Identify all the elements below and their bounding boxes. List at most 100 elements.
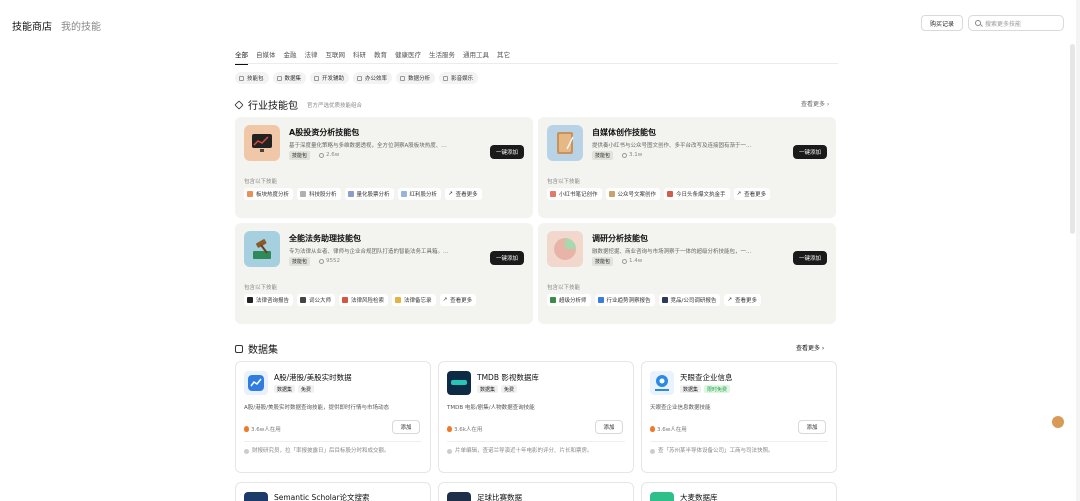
dataset-card[interactable]: Semantic Scholar论文搜索 bbox=[235, 482, 431, 501]
add-pack-button[interactable]: 一键添加 bbox=[793, 251, 827, 265]
dataset-usecase: 财报研究员，拉「率报披露日」后目标股分时和成交额。 bbox=[244, 447, 424, 456]
skill-label: 量化股票分析 bbox=[356, 192, 390, 198]
pack-user-count: 2.6w bbox=[319, 152, 339, 158]
chip-dataset[interactable]: 数据集 bbox=[272, 72, 307, 84]
included-skill[interactable]: 法律咨询报告 bbox=[244, 294, 294, 306]
skill-icon bbox=[300, 297, 307, 303]
add-pack-button[interactable]: 一键添加 bbox=[490, 251, 524, 265]
includes-label: 包含以下技能 bbox=[547, 285, 581, 291]
dataset-card[interactable]: 足球比赛数据 bbox=[438, 482, 634, 501]
included-skill[interactable]: 小红书笔记创作 bbox=[547, 188, 602, 200]
chip-label: 数据集 bbox=[284, 76, 302, 82]
skill-label: 超级分析师 bbox=[559, 298, 587, 304]
skill-label: 竞品/公司调研报告 bbox=[670, 298, 717, 304]
divider bbox=[650, 441, 828, 442]
skill-label: 查看更多 bbox=[735, 298, 758, 304]
skill-icon bbox=[597, 297, 604, 303]
briefcase-icon bbox=[357, 75, 363, 81]
see-more-skills[interactable]: ↗ 查看更多 bbox=[733, 188, 771, 200]
usecase-text: 查「苏州某半导体设备公司」工商与司法快照。 bbox=[658, 448, 774, 454]
skill-label: 红利股分析 bbox=[409, 192, 438, 198]
pack-title: 自媒体创作技能包 bbox=[592, 128, 656, 137]
included-skill[interactable]: 法律风险检索 bbox=[339, 294, 389, 306]
gavel-icon bbox=[244, 231, 280, 267]
see-more-skills[interactable]: ↗ 查看更多 bbox=[445, 188, 482, 200]
arrow-icon: ↗ bbox=[736, 191, 742, 197]
packs-see-more-link[interactable]: 查看更多 › bbox=[801, 99, 829, 108]
stock-monitor-icon bbox=[244, 125, 280, 161]
packs-section-title: 行业技能包 官方严选优质技能组合 bbox=[234, 97, 362, 112]
skill-label: 词公大师 bbox=[309, 298, 332, 304]
datasets-see-more-link[interactable]: 查看更多 › bbox=[796, 343, 824, 352]
chip-label: 办公效率 bbox=[365, 76, 388, 82]
chip-media[interactable]: 影音娱乐 bbox=[439, 72, 479, 84]
filter-chips: 技能包 数据集 开发辅助 办公效率 数据分析 影音娱乐 bbox=[235, 72, 479, 84]
pack-desc: 专为法律从业者、律师与企业合规团队打造的智能法务工具箱。… bbox=[289, 249, 449, 255]
add-pack-button[interactable]: 一键添加 bbox=[793, 145, 827, 159]
pack-card[interactable]: 全能法务助理技能包 专为法律从业者、律师与企业合规团队打造的智能法务工具箱。… … bbox=[235, 223, 533, 324]
pack-tag: 技能包 bbox=[592, 151, 614, 160]
scrollbar[interactable] bbox=[1070, 44, 1075, 234]
tag-free: 免费 bbox=[501, 385, 518, 393]
chip-analysis[interactable]: 数据分析 bbox=[396, 72, 436, 84]
included-skill[interactable]: 量化股票分析 bbox=[344, 188, 394, 200]
pack-card[interactable]: 调研分析技能包 融数据挖掘、商业咨询与市场洞察于一体的超级分析技能包，一… 技能… bbox=[538, 223, 836, 324]
dataset-card[interactable]: 天眼查企业信息 数据集 限时免费 天眼查企业信息数据技能 3.6w人在用 添加 … bbox=[641, 361, 837, 473]
add-dataset-button[interactable]: 添加 bbox=[392, 420, 420, 434]
included-skill[interactable]: 超级分析师 bbox=[547, 294, 591, 306]
floating-assistant-button[interactable] bbox=[1052, 416, 1064, 428]
divider bbox=[244, 441, 422, 442]
skill-icon bbox=[342, 297, 349, 303]
add-pack-button[interactable]: 一键添加 bbox=[490, 145, 524, 159]
pack-card[interactable]: 自媒体创作技能包 提供奏小红书与公众号图文创作、多平台改写及连接固有渐于一… 技… bbox=[538, 117, 836, 218]
add-dataset-button[interactable]: 添加 bbox=[595, 420, 623, 434]
dataset-card[interactable]: A股/港股/美股实时数据 数据集 免费 A股/港股/美股实时数据查询技能，提供即… bbox=[235, 361, 431, 473]
user-icon bbox=[319, 152, 324, 158]
my-skills-tab[interactable]: 我的技能 bbox=[61, 18, 101, 33]
pack-desc: 提供奏小红书与公众号图文创作、多平台改写及连接固有渐于一… bbox=[592, 143, 752, 149]
user-icon bbox=[622, 258, 627, 264]
damai-logo bbox=[650, 492, 674, 501]
skill-icon bbox=[247, 191, 253, 197]
chip-dev[interactable]: 开发辅助 bbox=[310, 72, 350, 84]
included-skill[interactable]: 行业趋势洞察报告 bbox=[594, 294, 655, 306]
arrow-icon: ↗ bbox=[442, 297, 448, 303]
tmdb-logo bbox=[447, 371, 471, 395]
skill-icon bbox=[608, 191, 615, 197]
store-tab[interactable]: 技能商店 bbox=[12, 18, 52, 33]
see-more-skills[interactable]: ↗ 查看更多 bbox=[724, 294, 762, 306]
included-skill[interactable]: 词公大师 bbox=[297, 294, 336, 306]
chip-office[interactable]: 办公效率 bbox=[353, 72, 393, 84]
pack-card[interactable]: A股投资分析技能包 基于深度量化策略与多维数据透视，全方位洞察A股板块热度、… … bbox=[235, 117, 533, 218]
add-dataset-button[interactable]: 添加 bbox=[798, 420, 826, 434]
play-icon bbox=[443, 75, 449, 81]
users-text: 3.6w人在用 bbox=[657, 427, 687, 433]
tag-limited-free: 限时免费 bbox=[704, 385, 731, 393]
included-skill[interactable]: 法律备忘录 bbox=[392, 294, 436, 306]
included-skill[interactable]: 科技股分析 bbox=[297, 188, 341, 200]
dataset-card[interactable]: TMDB 影视数据库 数据集 免费 TMDB 电影/剧集/人物数据查询技能 3.… bbox=[438, 361, 634, 473]
included-skill[interactable]: 今日头条爆文执金手 bbox=[664, 188, 730, 200]
included-skill[interactable]: 公众号文案创作 bbox=[605, 188, 661, 200]
skill-label: 查看更多 bbox=[455, 192, 478, 198]
search-input[interactable]: 搜索更多技能 bbox=[968, 15, 1064, 31]
skill-label: 板块热度分析 bbox=[256, 192, 290, 198]
skill-icon bbox=[550, 191, 556, 197]
included-skill[interactable]: 红利股分析 bbox=[397, 188, 442, 200]
skill-label: 科技股分析 bbox=[309, 192, 337, 198]
pack-user-count: 9552 bbox=[319, 258, 340, 264]
included-skill[interactable]: 竞品/公司调研报告 bbox=[658, 294, 721, 306]
dataset-tags: 数据集 免费 bbox=[274, 385, 315, 393]
includes-label: 包含以下技能 bbox=[547, 179, 581, 185]
pack-tag: 技能包 bbox=[289, 151, 311, 160]
buy-records-button[interactable]: 购买记录 bbox=[921, 15, 963, 31]
dataset-card[interactable]: 大麦数据库 bbox=[641, 482, 837, 501]
chart-icon bbox=[400, 75, 406, 81]
see-more-skills[interactable]: ↗ 查看更多 bbox=[439, 294, 477, 306]
skill-icon bbox=[247, 297, 253, 303]
chip-label: 影音娱乐 bbox=[451, 76, 474, 82]
included-skill[interactable]: 板块热度分析 bbox=[244, 188, 294, 200]
skill-label: 小红书笔记创作 bbox=[559, 192, 598, 198]
dataset-desc: TMDB 电影/剧集/人物数据查询技能 bbox=[447, 405, 535, 411]
chip-skill-pack[interactable]: 技能包 bbox=[235, 72, 269, 84]
